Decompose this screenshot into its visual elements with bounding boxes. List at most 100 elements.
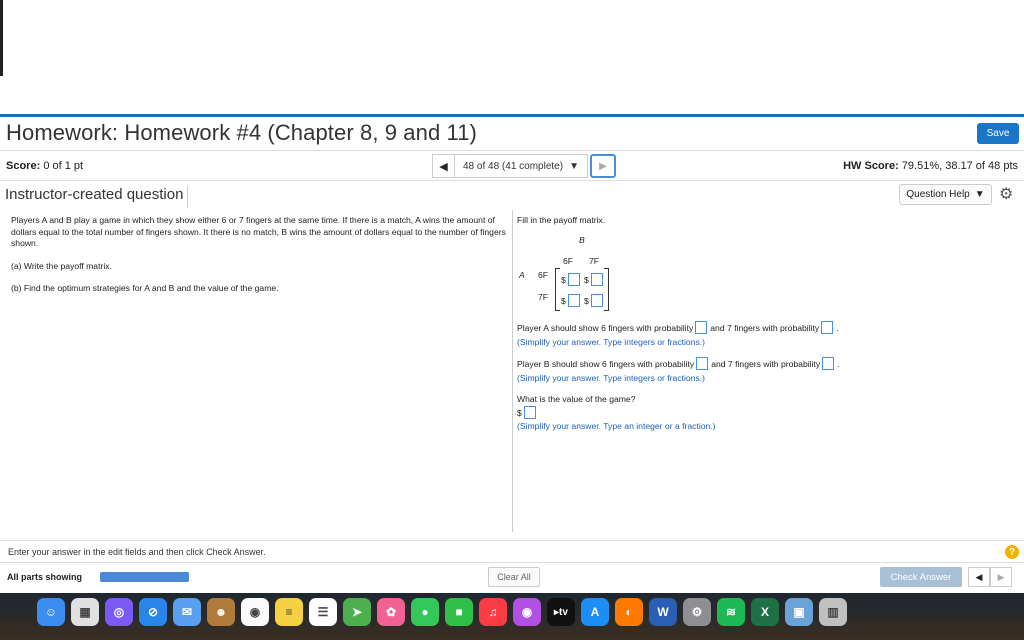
pane-divider	[512, 210, 513, 532]
podcasts-icon[interactable]: ◉	[513, 598, 541, 626]
question-type-label: Instructor-created question	[5, 186, 189, 208]
hw-score: HW Score: 79.51%, 38.17 of 48 pts	[843, 160, 1018, 172]
player-a-7-prob-input[interactable]	[821, 321, 834, 334]
help-icon[interactable]: ?	[1005, 545, 1019, 559]
divider	[0, 180, 1024, 181]
period: .	[836, 322, 839, 333]
player-a-6-prob-input[interactable]	[695, 321, 708, 334]
question-prompt: Players A and B play a game in which the…	[11, 215, 506, 248]
word-icon[interactable]: W	[649, 598, 677, 626]
gear-icon[interactable]: ⚙	[999, 184, 1013, 204]
question-help-button[interactable]: Question Help ▼	[899, 184, 992, 205]
finder-icon[interactable]: ☺	[37, 598, 65, 626]
player-b-label: B	[579, 235, 585, 245]
previous-part-button[interactable]: ◀	[968, 567, 990, 587]
matrix-left-bracket	[555, 268, 560, 311]
player-a-prob-text-1: Player A should show 6 fingers with prob…	[517, 322, 694, 333]
trash-icon[interactable]: ▥	[819, 598, 847, 626]
check-answer-button[interactable]: Check Answer	[880, 567, 962, 587]
all-parts-label: All parts showing	[7, 572, 83, 582]
dollar-sign: $	[584, 295, 589, 306]
question-help-label: Question Help	[906, 189, 970, 200]
window-edge	[0, 0, 3, 76]
question-pane: Players A and B play a game in which the…	[11, 215, 506, 306]
chrome-icon[interactable]: ◉	[241, 598, 269, 626]
notes-icon[interactable]: ≡	[275, 598, 303, 626]
matrix-cell-6f-6f: $	[561, 273, 583, 286]
dollar-sign: $	[517, 407, 522, 418]
siri-icon[interactable]: ◎	[105, 598, 133, 626]
instruction-text: Enter your answer in the edit fields and…	[8, 547, 266, 557]
messages-icon[interactable]: ●	[411, 598, 439, 626]
question-navigator: ◀ 48 of 48 (41 complete) ▼ ▶	[432, 154, 616, 178]
chevron-down-icon: ▼	[569, 160, 579, 172]
player-a-prob-text-2: and 7 fingers with probability	[710, 322, 820, 333]
dollar-sign: $	[584, 274, 589, 285]
progress-fill	[100, 572, 189, 582]
spotify-icon[interactable]: ≋	[717, 598, 745, 626]
page-title: Homework: Homework #4 (Chapter 8, 9 and …	[6, 120, 477, 145]
clear-all-button[interactable]: Clear All	[488, 567, 540, 587]
previous-question-button[interactable]: ◀	[432, 154, 454, 178]
save-button[interactable]: Save	[977, 123, 1019, 144]
mail-icon[interactable]: ✉	[173, 598, 201, 626]
chevron-down-icon: ▼	[974, 189, 985, 200]
value-question: What is the value of the game?	[517, 394, 636, 404]
browser-top-area	[0, 0, 1024, 78]
player-b-prob-text-1: Player B should show 6 fingers with prob…	[517, 358, 695, 369]
player-b-probability-row: Player B should show 6 fingers with prob…	[517, 357, 840, 370]
period: .	[837, 358, 840, 369]
fill-in-instruction: Fill in the payoff matrix.	[517, 215, 606, 225]
parts-progress-bar	[100, 572, 189, 582]
game-value-row: $	[517, 406, 539, 419]
dock-icons: ☺ ▦ ◎ ⊘ ✉ ☻ ◉ ≡ ☰ ➤ ✿ ● ■ ♫ ◉ ▸tv A ◐ W ⚙ ≋ X ▣ ▥	[37, 598, 847, 626]
hw-score-value: 79.51%, 38.17 of 48 pts	[901, 160, 1018, 172]
question-position: 48 of 48 (41 complete)	[463, 160, 564, 172]
payoff-input-7f-6f[interactable]	[567, 294, 580, 307]
launchpad-icon[interactable]: ▦	[71, 598, 99, 626]
system-preferences-icon[interactable]: ⚙	[683, 598, 711, 626]
reminders-icon[interactable]: ☰	[309, 598, 337, 626]
simplify-hint-a: (Simplify your answer. Type integers or …	[517, 337, 706, 347]
payoff-input-6f-6f[interactable]	[567, 273, 580, 286]
payoff-input-7f-7f[interactable]	[590, 294, 603, 307]
facetime-icon[interactable]: ■	[445, 598, 473, 626]
matrix-cell-6f-7f: $	[584, 273, 606, 286]
question-position-dropdown[interactable]: 48 of 48 (41 complete) ▼	[454, 154, 588, 178]
question-part-b: (b) Find the optimum strategies for A an…	[11, 283, 279, 293]
payoff-input-6f-7f[interactable]	[590, 273, 603, 286]
score-value: 0 of 1 pt	[43, 160, 84, 172]
player-b-6-prob-input[interactable]	[696, 357, 709, 370]
maps-icon[interactable]: ➤	[343, 598, 371, 626]
value-hint: (Simplify your answer. Type an integer o…	[517, 421, 716, 431]
column-7f-label: 7F	[589, 256, 600, 266]
divider	[0, 150, 1024, 151]
firefox-icon[interactable]: ◐	[615, 598, 643, 626]
row-7f-label: 7F	[538, 292, 549, 302]
appstore-icon[interactable]: A	[581, 598, 609, 626]
question-part-a: (a) Write the payoff matrix.	[11, 260, 112, 271]
simplify-hint-b: (Simplify your answer. Type integers or …	[517, 373, 706, 383]
photos-icon[interactable]: ✿	[377, 598, 405, 626]
music-icon[interactable]: ♫	[479, 598, 507, 626]
preview-icon[interactable]: ▣	[785, 598, 813, 626]
matrix-cell-7f-6f: $	[561, 294, 583, 307]
contacts-icon[interactable]: ☻	[207, 598, 235, 626]
matrix-cell-7f-7f: $	[584, 294, 606, 307]
score: Score: 0 of 1 pt	[6, 160, 83, 172]
game-value-input[interactable]	[523, 406, 536, 419]
player-b-7-prob-input[interactable]	[822, 357, 835, 370]
matrix-right-bracket	[604, 268, 609, 311]
next-part-button[interactable]: ▶	[990, 567, 1012, 587]
next-question-button[interactable]: ▶	[589, 154, 616, 178]
player-a-label: A	[519, 270, 525, 280]
dollar-sign: $	[561, 295, 566, 306]
column-6f-label: 6F	[563, 256, 574, 266]
divider	[0, 562, 1024, 563]
safari-icon[interactable]: ⊘	[139, 598, 167, 626]
dollar-sign: $	[561, 274, 566, 285]
row-6f-label: 6F	[538, 270, 549, 280]
tv-icon[interactable]: ▸tv	[547, 598, 575, 626]
excel-icon[interactable]: X	[751, 598, 779, 626]
divider	[0, 540, 1024, 541]
